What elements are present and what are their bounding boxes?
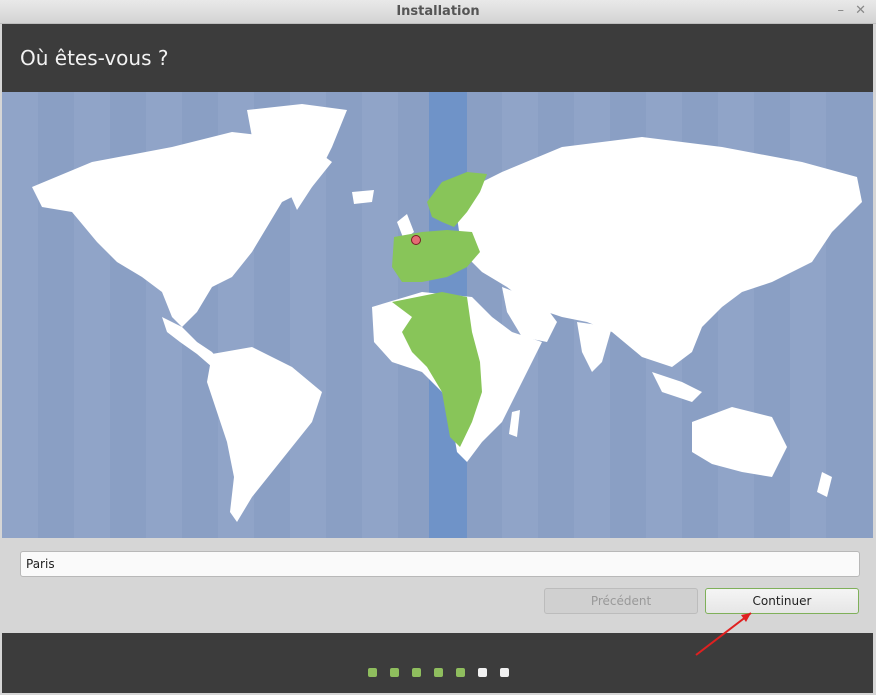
previous-button[interactable]: Précédent [544, 588, 698, 614]
location-marker[interactable] [411, 235, 421, 245]
progress-bar [2, 633, 873, 693]
world-map[interactable] [2, 92, 873, 538]
progress-step-done [390, 668, 399, 677]
location-panel: Précédent Continuer [2, 538, 873, 633]
progress-step-pending [500, 668, 509, 677]
progress-step-done [368, 668, 377, 677]
minimize-icon[interactable]: – [838, 3, 845, 18]
page-header: Où êtes-vous ? [2, 24, 873, 92]
timezone-map[interactable] [2, 92, 873, 538]
progress-step-done [434, 668, 443, 677]
window-title: Installation [396, 4, 480, 19]
continue-button[interactable]: Continuer [705, 588, 859, 614]
window-titlebar[interactable]: Installation – ✕ [0, 0, 876, 24]
progress-step-pending [478, 668, 487, 677]
progress-dots [368, 668, 509, 677]
progress-step-done [412, 668, 421, 677]
progress-step-done [456, 668, 465, 677]
close-icon[interactable]: ✕ [855, 3, 866, 18]
city-input[interactable] [20, 551, 860, 577]
page-title: Où êtes-vous ? [20, 46, 169, 70]
